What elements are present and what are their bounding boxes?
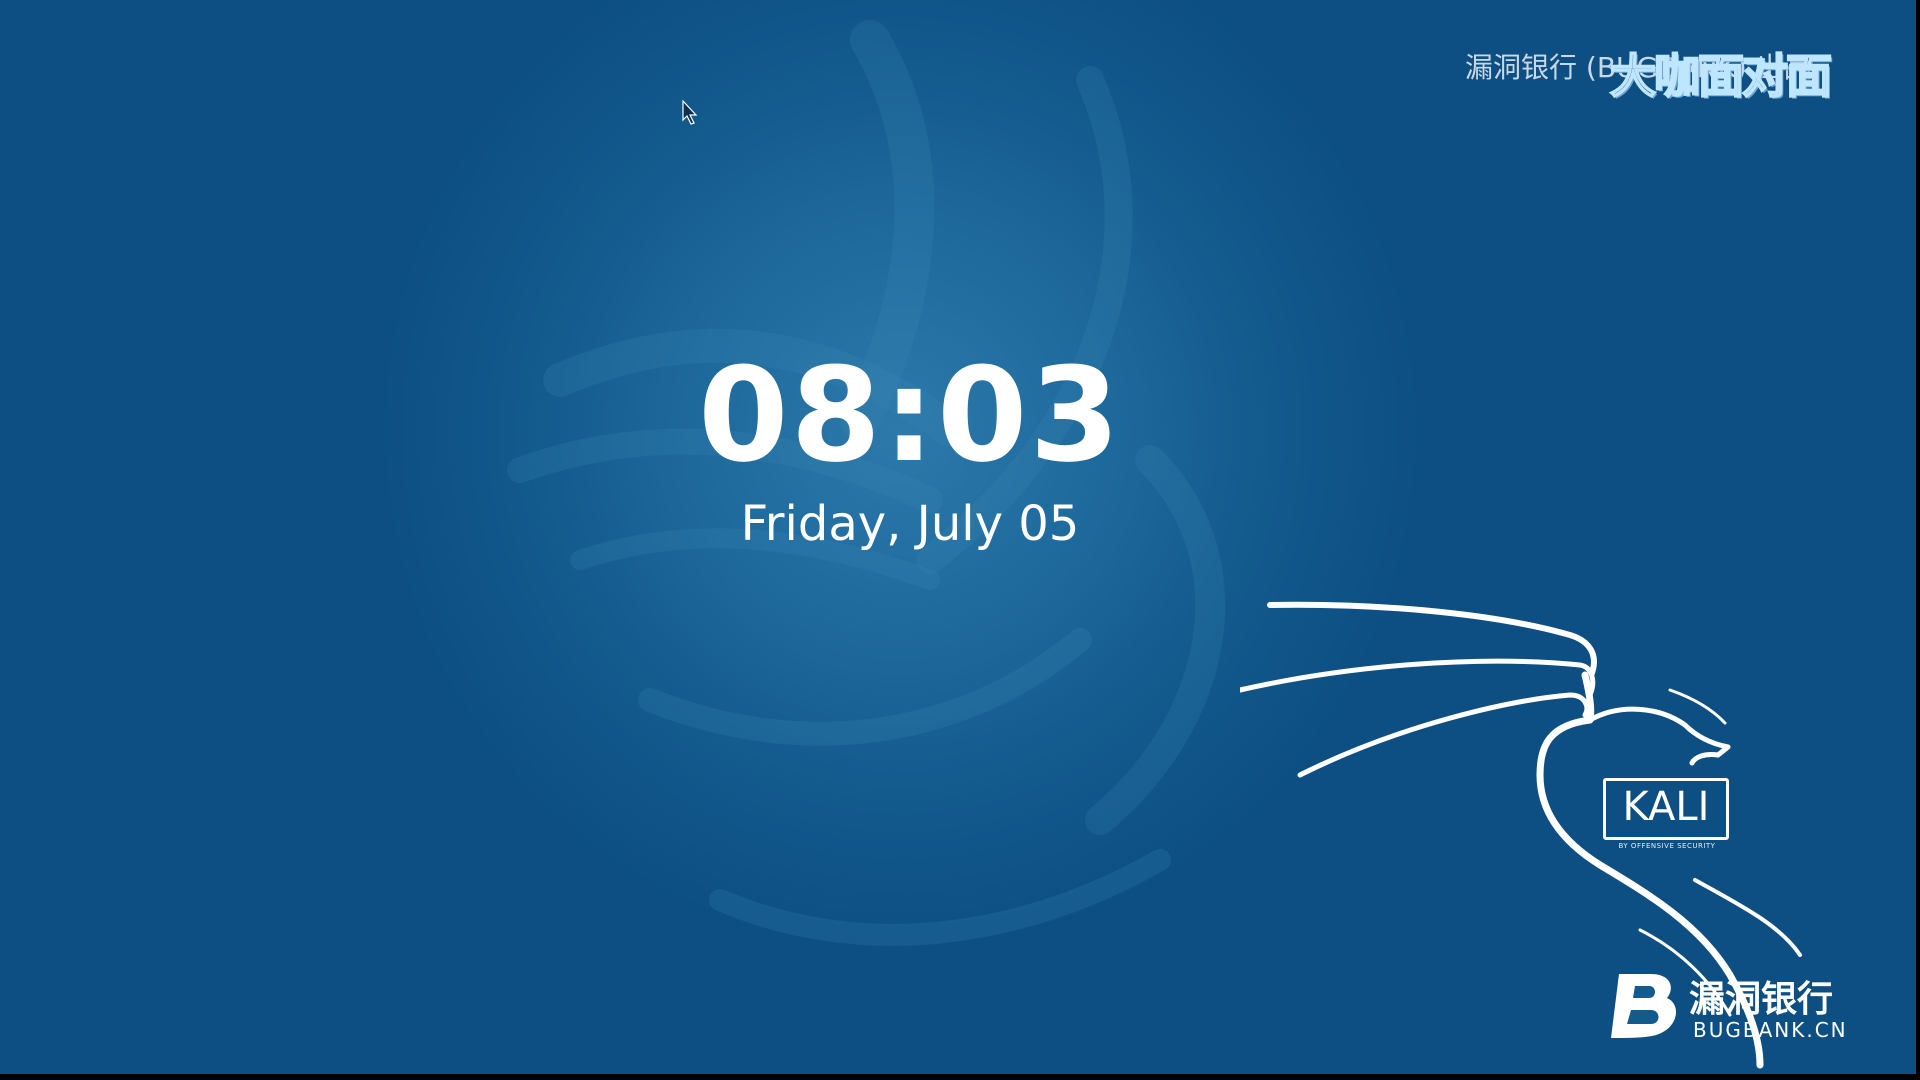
screen-border-bottom (0, 1074, 1920, 1080)
bugbank-domain: BUGBANK.CN (1693, 1018, 1848, 1042)
watermark-top: 漏洞银行 (BUGBANK) 出品 大咖面对面 (1465, 40, 1885, 104)
kali-badge: KALI (1603, 778, 1729, 840)
mouse-pointer-icon (682, 100, 698, 125)
lock-clock: 08:03 (698, 339, 1122, 491)
kali-subtitle: BY OFFENSIVE SECURITY (1618, 842, 1716, 850)
screen-border-right (1916, 0, 1920, 1080)
lock-date: Friday, July 05 (740, 496, 1080, 552)
watermark-top-overlay: 大咖面对面 (1609, 48, 1833, 104)
lock-screen[interactable]: 08:03 Friday, July 05 漏洞银行 (BUGBANK) 出品 … (0, 0, 1920, 1080)
bugbank-b-icon (1611, 974, 1677, 1038)
bugbank-watermark: 漏洞银行 BUGBANK.CN (1605, 968, 1848, 1042)
bugbank-chinese-name: 漏洞银行 (1689, 979, 1834, 1020)
kali-badge-text: KALI (1622, 784, 1710, 830)
